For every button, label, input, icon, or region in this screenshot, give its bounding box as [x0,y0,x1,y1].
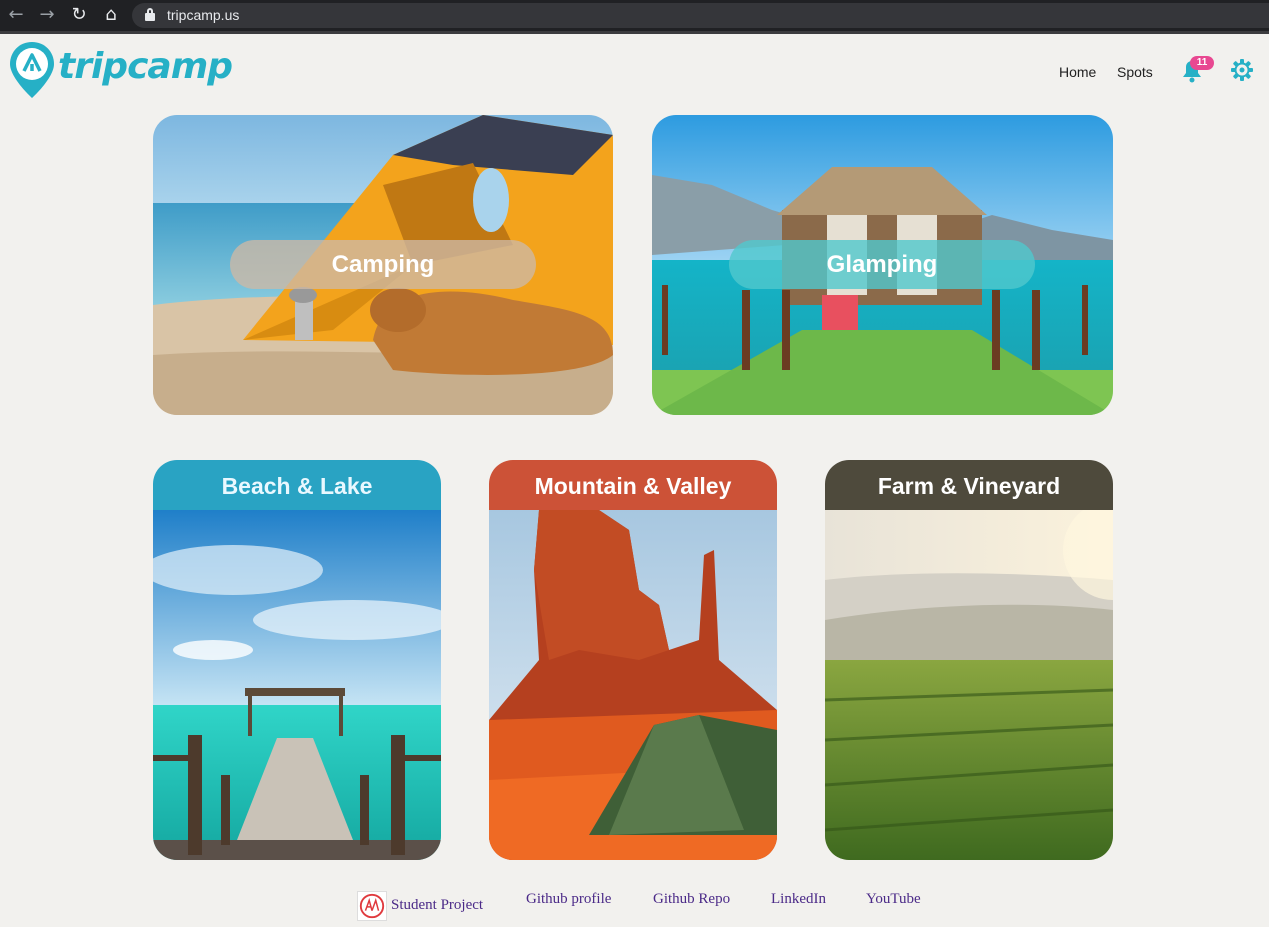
footer-github-repo-link[interactable]: Github Repo [653,891,730,908]
category-title-farm-vineyard: Farm & Vineyard [825,460,1113,510]
category-label-glamping: Glamping [729,240,1035,289]
mountain-valley-photo [489,510,777,860]
nav-home-link[interactable]: Home [1059,64,1096,80]
browser-toolbar: ← → ↻ ⌂ tripcamp.us [0,0,1269,34]
category-card-beach-lake[interactable]: Beach & Lake [153,460,441,860]
lock-icon [145,8,155,21]
gear-icon[interactable] [1230,58,1254,82]
category-card-camping[interactable]: Camping [153,115,613,415]
forward-arrow-icon[interactable]: → [37,5,57,25]
footer-youtube-link[interactable]: YouTube [866,891,921,908]
site-logo[interactable]: tripcamp [8,40,233,102]
map-pin-icon [10,42,54,98]
category-title-mountain-valley: Mountain & Valley [489,460,777,510]
logo-wordmark: tripcamp [58,46,233,87]
footer-student-project-link[interactable]: Student Project [391,897,483,914]
footer-linkedin-link[interactable]: LinkedIn [771,891,826,908]
nav-spots-link[interactable]: Spots [1117,64,1153,80]
farm-vineyard-photo [825,510,1113,860]
footer-github-profile-link[interactable]: Github profile [526,891,611,908]
notification-badge: 11 [1190,56,1214,70]
url-text[interactable]: tripcamp.us [167,7,239,23]
category-card-farm-vineyard[interactable]: Farm & Vineyard [825,460,1113,860]
category-label-camping: Camping [230,240,536,289]
category-title-beach-lake: Beach & Lake [153,460,441,510]
category-card-mountain-valley[interactable]: Mountain & Valley [489,460,777,860]
back-arrow-icon[interactable]: ← [6,5,26,25]
category-card-glamping[interactable]: Glamping [652,115,1113,415]
beach-lake-photo [153,510,441,860]
home-icon[interactable]: ⌂ [101,5,121,25]
reload-icon[interactable]: ↻ [69,5,89,25]
app-academy-logo-icon [357,891,387,921]
address-bar[interactable]: tripcamp.us [132,3,1269,28]
